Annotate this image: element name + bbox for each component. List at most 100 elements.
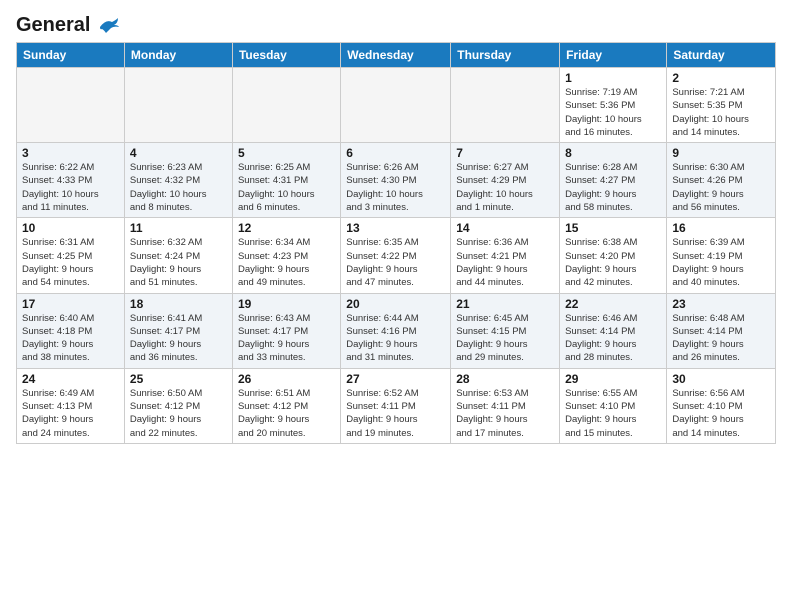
day-info: Sunrise: 6:31 AM Sunset: 4:25 PM Dayligh… (22, 236, 119, 289)
day-info: Sunrise: 6:38 AM Sunset: 4:20 PM Dayligh… (565, 236, 661, 289)
calendar-cell: 28Sunrise: 6:53 AM Sunset: 4:11 PM Dayli… (451, 368, 560, 443)
calendar-table: SundayMondayTuesdayWednesdayThursdayFrid… (16, 42, 776, 444)
day-number: 8 (565, 146, 661, 160)
calendar-week-row: 17Sunrise: 6:40 AM Sunset: 4:18 PM Dayli… (17, 293, 776, 368)
day-number: 26 (238, 372, 335, 386)
day-info: Sunrise: 6:45 AM Sunset: 4:15 PM Dayligh… (456, 312, 554, 365)
day-number: 9 (672, 146, 770, 160)
calendar-cell: 5Sunrise: 6:25 AM Sunset: 4:31 PM Daylig… (232, 143, 340, 218)
weekday-header-thursday: Thursday (451, 43, 560, 68)
day-info: Sunrise: 6:32 AM Sunset: 4:24 PM Dayligh… (130, 236, 227, 289)
calendar-cell: 7Sunrise: 6:27 AM Sunset: 4:29 PM Daylig… (451, 143, 560, 218)
day-number: 18 (130, 297, 227, 311)
header: General (16, 10, 776, 36)
calendar-cell: 9Sunrise: 6:30 AM Sunset: 4:26 PM Daylig… (667, 143, 776, 218)
day-info: Sunrise: 6:40 AM Sunset: 4:18 PM Dayligh… (22, 312, 119, 365)
calendar-week-row: 1Sunrise: 7:19 AM Sunset: 5:36 PM Daylig… (17, 68, 776, 143)
weekday-header-monday: Monday (124, 43, 232, 68)
day-number: 12 (238, 221, 335, 235)
day-number: 29 (565, 372, 661, 386)
calendar-cell: 11Sunrise: 6:32 AM Sunset: 4:24 PM Dayli… (124, 218, 232, 293)
day-info: Sunrise: 7:19 AM Sunset: 5:36 PM Dayligh… (565, 86, 661, 139)
calendar-cell (451, 68, 560, 143)
calendar-cell: 2Sunrise: 7:21 AM Sunset: 5:35 PM Daylig… (667, 68, 776, 143)
page: General SundayMondayTuesdayWednesdayThur… (0, 0, 792, 454)
day-number: 4 (130, 146, 227, 160)
calendar-week-row: 3Sunrise: 6:22 AM Sunset: 4:33 PM Daylig… (17, 143, 776, 218)
calendar-cell: 6Sunrise: 6:26 AM Sunset: 4:30 PM Daylig… (341, 143, 451, 218)
day-info: Sunrise: 6:35 AM Sunset: 4:22 PM Dayligh… (346, 236, 445, 289)
calendar-cell: 10Sunrise: 6:31 AM Sunset: 4:25 PM Dayli… (17, 218, 125, 293)
calendar-cell: 13Sunrise: 6:35 AM Sunset: 4:22 PM Dayli… (341, 218, 451, 293)
calendar-cell: 4Sunrise: 6:23 AM Sunset: 4:32 PM Daylig… (124, 143, 232, 218)
day-info: Sunrise: 6:22 AM Sunset: 4:33 PM Dayligh… (22, 161, 119, 214)
calendar-cell (124, 68, 232, 143)
day-info: Sunrise: 6:49 AM Sunset: 4:13 PM Dayligh… (22, 387, 119, 440)
calendar-cell (232, 68, 340, 143)
day-number: 25 (130, 372, 227, 386)
day-info: Sunrise: 6:30 AM Sunset: 4:26 PM Dayligh… (672, 161, 770, 214)
calendar-cell: 16Sunrise: 6:39 AM Sunset: 4:19 PM Dayli… (667, 218, 776, 293)
day-number: 22 (565, 297, 661, 311)
day-number: 2 (672, 71, 770, 85)
day-info: Sunrise: 6:44 AM Sunset: 4:16 PM Dayligh… (346, 312, 445, 365)
calendar-cell: 21Sunrise: 6:45 AM Sunset: 4:15 PM Dayli… (451, 293, 560, 368)
day-number: 28 (456, 372, 554, 386)
day-info: Sunrise: 6:25 AM Sunset: 4:31 PM Dayligh… (238, 161, 335, 214)
calendar-cell (17, 68, 125, 143)
day-info: Sunrise: 6:53 AM Sunset: 4:11 PM Dayligh… (456, 387, 554, 440)
day-number: 23 (672, 297, 770, 311)
calendar-cell: 3Sunrise: 6:22 AM Sunset: 4:33 PM Daylig… (17, 143, 125, 218)
day-info: Sunrise: 6:23 AM Sunset: 4:32 PM Dayligh… (130, 161, 227, 214)
day-number: 6 (346, 146, 445, 160)
day-info: Sunrise: 6:43 AM Sunset: 4:17 PM Dayligh… (238, 312, 335, 365)
day-info: Sunrise: 6:46 AM Sunset: 4:14 PM Dayligh… (565, 312, 661, 365)
day-number: 1 (565, 71, 661, 85)
day-number: 10 (22, 221, 119, 235)
day-number: 27 (346, 372, 445, 386)
day-info: Sunrise: 6:55 AM Sunset: 4:10 PM Dayligh… (565, 387, 661, 440)
weekday-header-wednesday: Wednesday (341, 43, 451, 68)
day-number: 3 (22, 146, 119, 160)
day-number: 19 (238, 297, 335, 311)
calendar-cell: 8Sunrise: 6:28 AM Sunset: 4:27 PM Daylig… (560, 143, 667, 218)
day-info: Sunrise: 6:26 AM Sunset: 4:30 PM Dayligh… (346, 161, 445, 214)
calendar-cell: 19Sunrise: 6:43 AM Sunset: 4:17 PM Dayli… (232, 293, 340, 368)
day-number: 15 (565, 221, 661, 235)
day-number: 21 (456, 297, 554, 311)
logo-general: General (16, 14, 120, 36)
calendar-header-row: SundayMondayTuesdayWednesdayThursdayFrid… (17, 43, 776, 68)
day-info: Sunrise: 6:56 AM Sunset: 4:10 PM Dayligh… (672, 387, 770, 440)
day-info: Sunrise: 6:39 AM Sunset: 4:19 PM Dayligh… (672, 236, 770, 289)
calendar-cell: 22Sunrise: 6:46 AM Sunset: 4:14 PM Dayli… (560, 293, 667, 368)
weekday-header-sunday: Sunday (17, 43, 125, 68)
calendar-cell: 24Sunrise: 6:49 AM Sunset: 4:13 PM Dayli… (17, 368, 125, 443)
day-number: 11 (130, 221, 227, 235)
day-info: Sunrise: 6:27 AM Sunset: 4:29 PM Dayligh… (456, 161, 554, 214)
calendar-cell: 12Sunrise: 6:34 AM Sunset: 4:23 PM Dayli… (232, 218, 340, 293)
calendar-cell: 20Sunrise: 6:44 AM Sunset: 4:16 PM Dayli… (341, 293, 451, 368)
day-info: Sunrise: 6:36 AM Sunset: 4:21 PM Dayligh… (456, 236, 554, 289)
day-number: 7 (456, 146, 554, 160)
calendar-cell (341, 68, 451, 143)
day-number: 16 (672, 221, 770, 235)
logo: General (16, 14, 120, 36)
day-info: Sunrise: 6:34 AM Sunset: 4:23 PM Dayligh… (238, 236, 335, 289)
day-number: 13 (346, 221, 445, 235)
calendar-cell: 26Sunrise: 6:51 AM Sunset: 4:12 PM Dayli… (232, 368, 340, 443)
day-number: 20 (346, 297, 445, 311)
calendar-cell: 27Sunrise: 6:52 AM Sunset: 4:11 PM Dayli… (341, 368, 451, 443)
calendar-cell: 15Sunrise: 6:38 AM Sunset: 4:20 PM Dayli… (560, 218, 667, 293)
day-info: Sunrise: 6:52 AM Sunset: 4:11 PM Dayligh… (346, 387, 445, 440)
calendar-cell: 25Sunrise: 6:50 AM Sunset: 4:12 PM Dayli… (124, 368, 232, 443)
calendar-cell: 30Sunrise: 6:56 AM Sunset: 4:10 PM Dayli… (667, 368, 776, 443)
weekday-header-saturday: Saturday (667, 43, 776, 68)
logo-bird-icon (98, 17, 120, 35)
day-info: Sunrise: 6:28 AM Sunset: 4:27 PM Dayligh… (565, 161, 661, 214)
day-number: 24 (22, 372, 119, 386)
day-info: Sunrise: 7:21 AM Sunset: 5:35 PM Dayligh… (672, 86, 770, 139)
calendar-cell: 17Sunrise: 6:40 AM Sunset: 4:18 PM Dayli… (17, 293, 125, 368)
day-number: 5 (238, 146, 335, 160)
weekday-header-friday: Friday (560, 43, 667, 68)
calendar-cell: 1Sunrise: 7:19 AM Sunset: 5:36 PM Daylig… (560, 68, 667, 143)
